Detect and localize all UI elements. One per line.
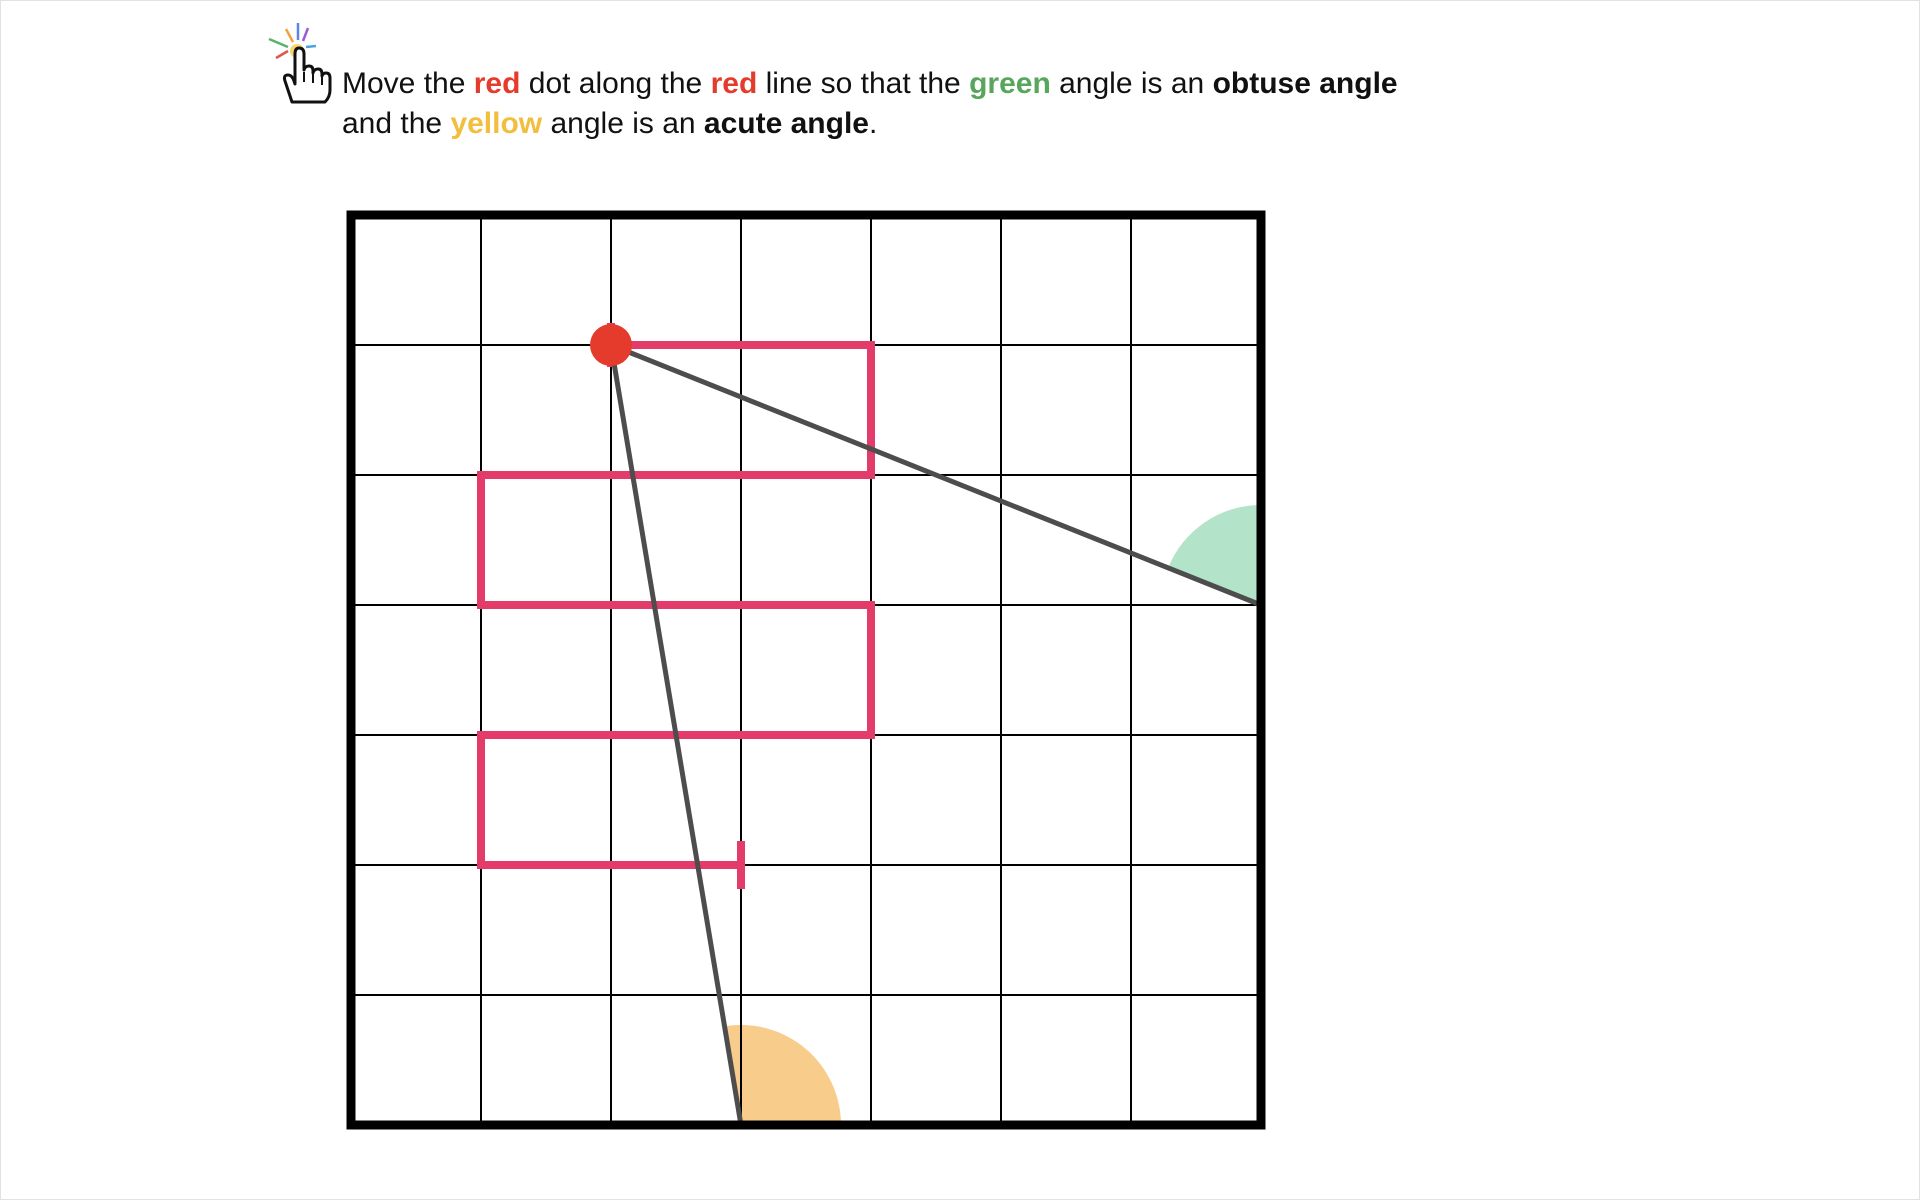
instruction-part: dot along the — [520, 67, 711, 100]
keyword-yellow: yellow — [450, 107, 543, 140]
keyword-red: red — [710, 67, 758, 100]
keyword-obtuse: obtuse angle — [1212, 67, 1398, 100]
instruction-text: Move the red dot along the red line so t… — [342, 64, 1542, 144]
board-background — [351, 215, 1261, 1125]
draggable-red-dot[interactable] — [590, 324, 632, 366]
instruction: Move the red dot along the red line so t… — [264, 20, 1564, 150]
instruction-part: Move the — [342, 67, 474, 100]
keyword-green: green — [969, 67, 1051, 100]
instruction-part: line so that the — [757, 67, 970, 100]
instruction-part: angle is an — [542, 107, 704, 140]
instruction-part: angle is an — [1050, 67, 1213, 100]
hand-pointer-sparkle-icon — [268, 23, 332, 104]
instruction-part: . — [868, 107, 878, 140]
keyword-red: red — [473, 67, 521, 100]
instruction-part: and the — [342, 107, 451, 140]
puzzle-board[interactable] — [336, 200, 1266, 1130]
keyword-acute: acute angle — [703, 107, 869, 140]
